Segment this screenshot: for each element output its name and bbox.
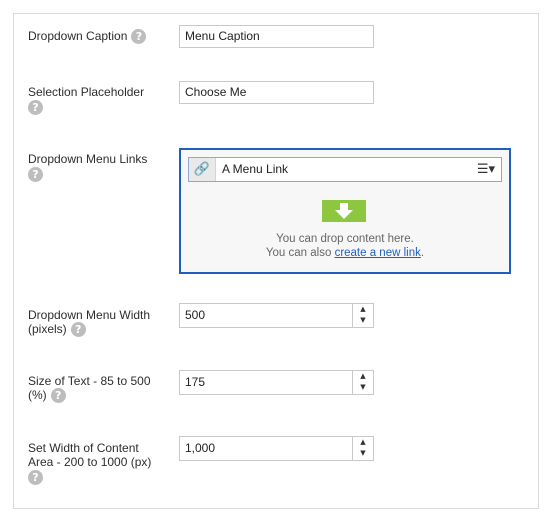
drop-line-1: You can drop content here. <box>276 233 414 245</box>
size-of-text-value: 175 <box>185 375 206 389</box>
stepper-spin: ▲ ▼ <box>352 371 373 394</box>
help-icon[interactable]: ? <box>131 29 147 45</box>
stepper-spin: ▲ ▼ <box>352 304 373 327</box>
dropdown-caption-label: Dropdown Caption? <box>28 29 178 45</box>
dropdown-menu-width-label: Dropdown Menu Width (pixels)? <box>28 308 178 338</box>
menu-link-label: A Menu Link <box>222 162 289 176</box>
stepper-up-icon[interactable]: ▲ <box>353 437 373 448</box>
help-icon[interactable]: ? <box>28 470 43 485</box>
drop-line-2: You can also create a new link. <box>181 246 509 260</box>
size-of-text-label: Size of Text - 85 to 500 (%)? <box>28 374 178 404</box>
size-of-text-label-line1: Size of Text - 85 to 500 <box>28 374 151 388</box>
stepper-down-icon[interactable]: ▼ <box>353 448 373 459</box>
dropdown-menu-links-label-text: Dropdown Menu Links <box>28 152 148 166</box>
content-area-width-label: Set Width of Content Area - 200 to 1000 … <box>28 441 178 485</box>
selection-placeholder-label-text: Selection Placeholder <box>28 85 145 99</box>
drop-line-2-suffix: . <box>420 247 425 259</box>
help-icon[interactable]: ? <box>28 167 43 182</box>
help-icon[interactable]: ? <box>50 388 66 404</box>
menu-links-dropzone[interactable]: 🔗 A Menu Link ☰▾ You can drop content he… <box>179 148 511 274</box>
size-of-text-label-line2: (%) <box>28 388 47 402</box>
content-area-width-value: 1,000 <box>185 441 216 455</box>
dropdown-menu-width-label-line2: (pixels) <box>28 322 67 336</box>
selection-placeholder-label: Selection Placeholder ? <box>28 85 178 115</box>
dropdown-menu-width-label-line1: Dropdown Menu Width <box>28 308 151 322</box>
drop-line-2-prefix: You can also <box>265 247 335 259</box>
selection-placeholder-input[interactable]: Choose Me <box>179 81 374 104</box>
stepper-spin: ▲ ▼ <box>352 437 373 460</box>
hamburger-menu-icon[interactable]: ☰▾ <box>477 158 495 181</box>
drop-instructions: You can drop content here. You can also … <box>181 232 509 260</box>
help-icon[interactable]: ? <box>70 322 86 338</box>
dropdown-caption-label-text: Dropdown Caption <box>28 29 128 43</box>
stepper-up-icon[interactable]: ▲ <box>353 371 373 382</box>
size-of-text-stepper[interactable]: 175 ▲ ▼ <box>179 370 374 395</box>
create-new-link[interactable]: create a new link <box>335 247 421 259</box>
content-area-width-label-line1: Set Width of Content <box>28 441 139 455</box>
stepper-up-icon[interactable]: ▲ <box>353 304 373 315</box>
dropdown-menu-links-label: Dropdown Menu Links ? <box>28 152 178 182</box>
menu-link-item[interactable]: 🔗 A Menu Link ☰▾ <box>188 157 502 182</box>
settings-panel: Dropdown Caption? Menu Caption Selection… <box>13 13 539 509</box>
content-area-width-stepper[interactable]: 1,000 ▲ ▼ <box>179 436 374 461</box>
stepper-down-icon[interactable]: ▼ <box>353 315 373 326</box>
dropdown-caption-input[interactable]: Menu Caption <box>179 25 374 48</box>
content-area-width-label-line2: Area - 200 to 1000 (px) <box>28 455 152 469</box>
drop-arrow-icon <box>322 200 366 222</box>
dropdown-menu-width-value: 500 <box>185 308 206 322</box>
dropdown-menu-width-stepper[interactable]: 500 ▲ ▼ <box>179 303 374 328</box>
stepper-down-icon[interactable]: ▼ <box>353 382 373 393</box>
help-icon[interactable]: ? <box>28 100 43 115</box>
link-icon: 🔗 <box>189 158 216 181</box>
